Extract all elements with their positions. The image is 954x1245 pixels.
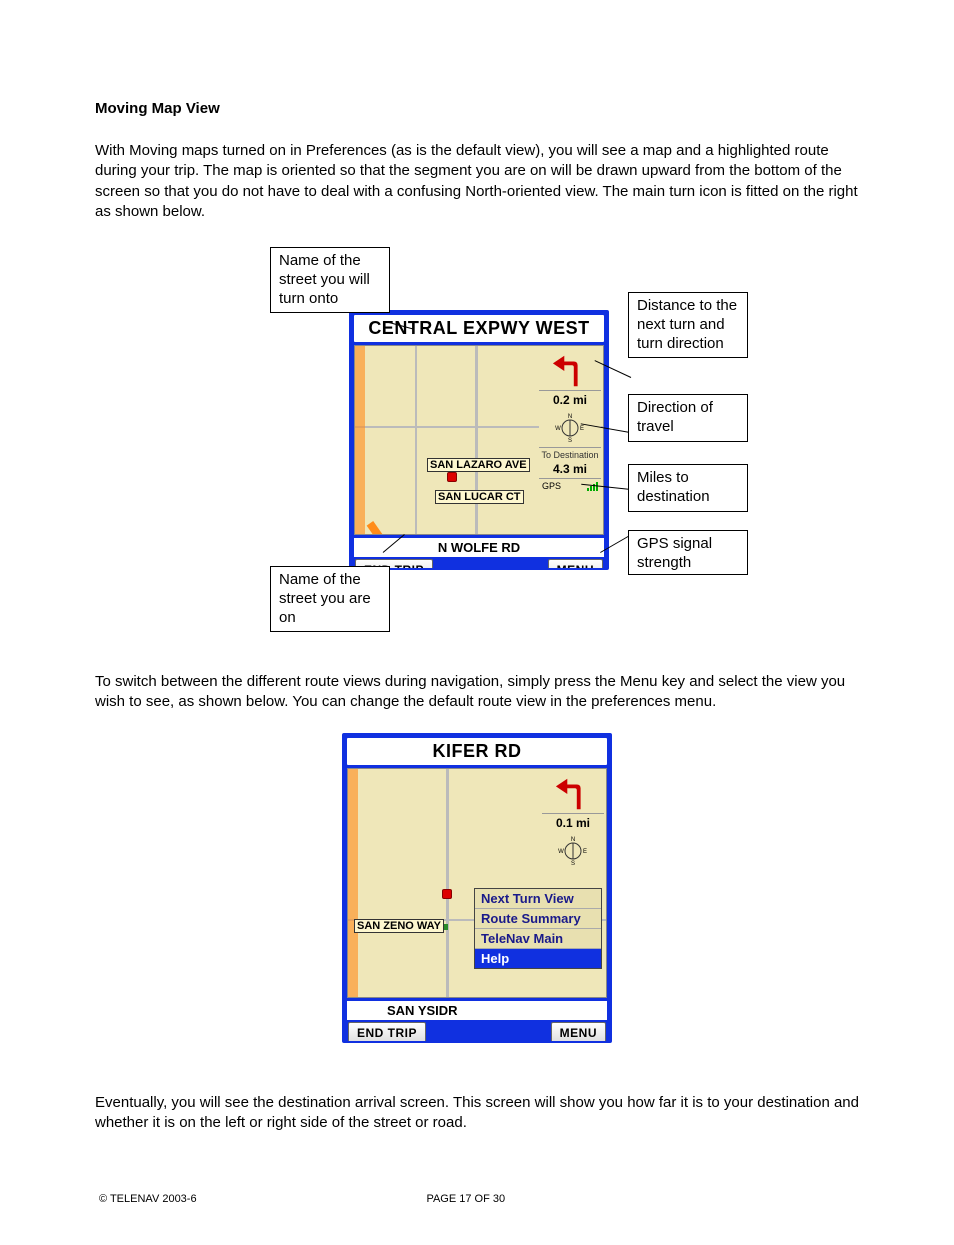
road-line: [475, 346, 478, 535]
menu-item-route-summary[interactable]: Route Summary: [475, 909, 601, 929]
route-highlight: [355, 346, 365, 534]
paragraph-1: With Moving maps turned on in Preference…: [95, 141, 859, 222]
end-trip-button[interactable]: END TRIP: [348, 1022, 426, 1043]
menu-popup: Next Turn View Route Summary TeleNav Mai…: [474, 888, 602, 969]
map-street-label: SAN LUCAR CT: [435, 490, 524, 504]
next-turn-distance: 0.1 mi: [542, 813, 604, 832]
map-device-1: CENTRAL EXPWY WEST SAN LAZARO AVE SAN LU…: [349, 310, 609, 570]
figure-2-container: KIFER RD SAN ZENO WAY 0.1 mi N: [342, 733, 612, 1043]
map-side-panel: 0.1 mi N S W E: [542, 771, 604, 870]
callout-miles-dest: Miles to destination: [628, 464, 748, 512]
map-street-label: SAN ZENO WAY: [354, 919, 444, 933]
svg-text:S: S: [571, 861, 575, 866]
page-number: PAGE 17 OF 30: [426, 1193, 505, 1205]
callout-next-turn: Distance to the next turn and turn direc…: [628, 292, 748, 358]
svg-text:E: E: [583, 849, 587, 855]
callout-gps: GPS signal strength: [628, 530, 748, 575]
compass-icon: N S W E: [555, 413, 585, 443]
paragraph-3: Eventually, you will see the destination…: [95, 1093, 859, 1134]
next-turn-distance: 0.2 mi: [539, 390, 601, 409]
position-marker-icon: [442, 889, 452, 899]
page-footer: © TELENAV 2003-6 PAGE 17 OF 30: [95, 1193, 859, 1205]
map-canvas: SAN ZENO WAY 0.1 mi N S W E: [347, 768, 607, 998]
to-destination-label: To Destination: [539, 447, 601, 460]
figure-1-container: Name of the street you will turn onto Di…: [95, 242, 859, 642]
svg-text:E: E: [580, 426, 584, 432]
map-street-label: SAN LAZARO AVE: [427, 458, 530, 472]
svg-text:S: S: [568, 438, 572, 443]
to-destination-value: 4.3 mi: [539, 460, 601, 478]
compass-icon: N S W E: [558, 836, 588, 866]
turn-left-icon: [554, 775, 592, 811]
callout-current-street: Name of the street you are on: [270, 566, 390, 632]
position-marker-icon: [447, 472, 457, 482]
gps-label: GPS: [542, 481, 561, 491]
current-road-label: N WOLFE RD: [354, 538, 604, 557]
road-line: [446, 769, 449, 998]
menu-button[interactable]: MENU: [548, 559, 603, 570]
map-side-panel: 0.2 mi N S W E To Destination 4.3 mi: [539, 348, 601, 493]
svg-text:N: N: [568, 414, 572, 420]
copyright: © TELENAV 2003-6: [99, 1193, 197, 1205]
next-turn-street-banner: CENTRAL EXPWY WEST: [354, 315, 604, 342]
turn-left-icon: [551, 352, 589, 388]
svg-text:W: W: [558, 849, 564, 855]
map-device-2: KIFER RD SAN ZENO WAY 0.1 mi N: [342, 733, 612, 1043]
route-highlight: [348, 769, 358, 997]
menu-item-help[interactable]: Help: [475, 949, 601, 968]
road-line: [415, 346, 417, 535]
current-road-label: SAN YSIDR: [347, 1001, 607, 1020]
paragraph-2: To switch between the different route vi…: [95, 672, 859, 713]
callout-turn-street: Name of the street you will turn onto: [270, 247, 390, 313]
menu-item-telenav-main[interactable]: TeleNav Main: [475, 929, 601, 949]
svg-text:N: N: [571, 837, 575, 843]
menu-button[interactable]: MENU: [551, 1022, 606, 1043]
map-canvas: SAN LAZARO AVE SAN LUCAR CT 0.2 mi N S W: [354, 345, 604, 535]
next-turn-street-banner: KIFER RD: [347, 738, 607, 765]
menu-item-next-turn[interactable]: Next Turn View: [475, 889, 601, 909]
route-highlight: [367, 521, 414, 535]
section-title: Moving Map View: [95, 100, 859, 117]
callout-direction: Direction of travel: [628, 394, 748, 442]
svg-text:W: W: [555, 426, 561, 432]
